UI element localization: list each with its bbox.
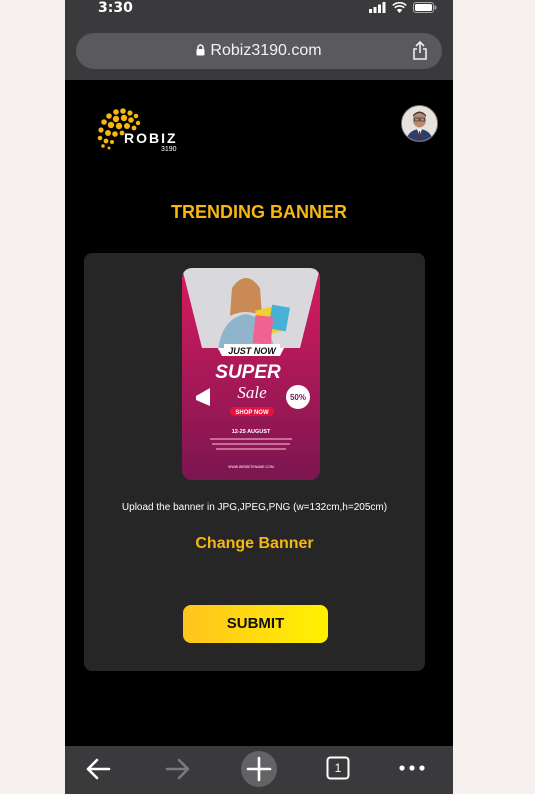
- banner-preview[interactable]: JUST NOW SUPER Sale 50% SHOP NOW 12-25 A…: [182, 268, 320, 480]
- brand-name: ROBIZ: [124, 130, 178, 146]
- banner-sale: Sale: [237, 383, 267, 402]
- banner-shop-now: SHOP NOW: [235, 410, 269, 416]
- browser-bottom-bar: 1: [65, 746, 453, 794]
- brand-sub: 3190: [161, 146, 177, 153]
- forward-arrow-icon[interactable]: [165, 752, 191, 786]
- tab-count: 1: [334, 761, 342, 775]
- url-bar[interactable]: Robiz3190.com: [76, 33, 442, 69]
- lock-icon: [196, 44, 205, 56]
- banner-date: 12-25 AUGUST: [232, 429, 271, 435]
- share-icon[interactable]: [412, 41, 428, 60]
- phone-screen: 3:30 Robiz3190.com ROBIZ 3190 TRENDING B…: [65, 0, 453, 794]
- new-tab-plus-icon[interactable]: [240, 750, 278, 788]
- upload-instructions: Upload the banner in JPG,JPEG,PNG (w=132…: [121, 502, 388, 513]
- tabs-button[interactable]: 1: [326, 756, 350, 780]
- browser-toolbar: 3:30 Robiz3190.com: [65, 0, 453, 80]
- url-display: Robiz3190.com: [76, 33, 442, 69]
- avatar-photo-icon: [402, 106, 437, 141]
- banner-website: WWW.WEBSITENAME.COM: [228, 465, 274, 469]
- back-arrow-icon[interactable]: [85, 752, 111, 786]
- banner-discount: 50%: [290, 393, 306, 402]
- battery-icon: [413, 2, 437, 13]
- status-time: 3:30: [98, 0, 133, 16]
- page-title: TRENDING BANNER: [170, 202, 347, 222]
- more-menu-icon[interactable]: [398, 762, 426, 774]
- banner-super: SUPER: [215, 362, 281, 383]
- change-banner-link[interactable]: Change Banner: [84, 535, 425, 553]
- banner-card: JUST NOW SUPER Sale 50% SHOP NOW 12-25 A…: [84, 253, 425, 671]
- wifi-icon: [392, 2, 407, 13]
- user-avatar[interactable]: [401, 105, 438, 142]
- submit-button[interactable]: SUBMIT: [183, 605, 328, 643]
- signal-icon: [369, 2, 386, 13]
- banner-just-now: JUST NOW: [228, 346, 277, 356]
- status-icons: [369, 2, 437, 13]
- url-text: Robiz3190.com: [210, 42, 322, 59]
- sale-banner-image-icon: JUST NOW SUPER Sale 50% SHOP NOW 12-25 A…: [182, 268, 320, 480]
